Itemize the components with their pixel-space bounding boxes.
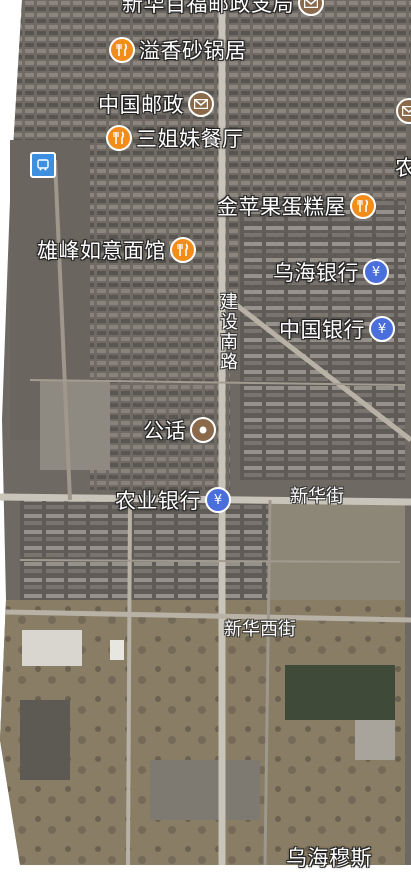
bank-icon: ¥	[205, 487, 231, 513]
poi-post-office-xinhua[interactable]: 新华百福邮政支局	[122, 0, 324, 18]
poi-label: 溢香砂锅居	[139, 35, 247, 65]
poi-yixiang-restaurant[interactable]: 溢香砂锅居	[109, 35, 247, 65]
poi-label: 农业银行	[115, 485, 201, 515]
poi-label: 新华百福邮政支局	[122, 0, 294, 18]
restaurant-icon	[106, 125, 132, 151]
poi-public-phone[interactable]: 公话	[143, 415, 216, 445]
restaurant-icon	[350, 193, 376, 219]
poi-agricultural-bank[interactable]: 农业银行 ¥	[115, 485, 231, 515]
poi-label: 金苹果蛋糕屋	[217, 191, 346, 221]
poi-label: 乌海穆斯	[286, 842, 372, 872]
poi-label: 雄峰如意面馆	[37, 235, 166, 265]
poi-label: 乌海银行	[273, 257, 359, 287]
poi-label: 中国邮政	[98, 89, 184, 119]
street-label-xinhua-jie: 新华街	[290, 482, 344, 508]
restaurant-icon	[170, 237, 196, 263]
bank-icon: ¥	[369, 316, 395, 342]
post-icon	[188, 91, 214, 117]
bus-stop-icon[interactable]	[30, 152, 56, 178]
partial-label: 农	[395, 152, 411, 182]
poi-label: 中国银行	[279, 314, 365, 344]
restaurant-icon	[109, 37, 135, 63]
poi-label: 三姐妹餐厅	[136, 123, 244, 153]
poi-bank-of-china[interactable]: 中国银行 ¥	[279, 314, 395, 344]
phone-icon	[190, 417, 216, 443]
post-icon	[298, 0, 324, 16]
street-label-xinhua-xi-jie: 新华西街	[224, 615, 296, 641]
poi-golden-apple-bakery[interactable]: 金苹果蛋糕屋	[217, 191, 376, 221]
poi-sanjiemei-restaurant[interactable]: 三姐妹餐厅	[106, 123, 244, 153]
poi-china-post[interactable]: 中国邮政	[98, 89, 214, 119]
street-label-jianshe-nan-lu: 建设南路	[214, 292, 240, 372]
bank-icon: ¥	[363, 259, 389, 285]
poi-label: 公话	[143, 415, 186, 445]
poi-wuhai-bank[interactable]: 乌海银行 ¥	[273, 257, 389, 287]
poi-xiongfeng-noodle[interactable]: 雄峰如意面馆	[37, 235, 196, 265]
poi-wuhai-mosque-partial[interactable]: 乌海穆斯	[286, 842, 372, 872]
